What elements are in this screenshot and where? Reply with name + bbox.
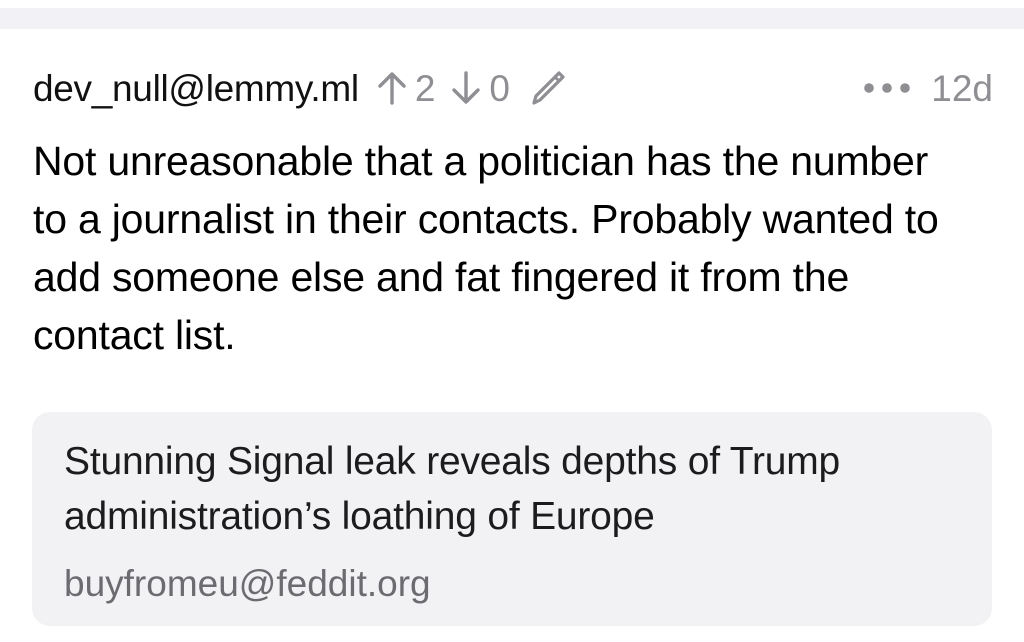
comment-author[interactable]: dev_null@lemmy.ml [33, 70, 359, 107]
upvote-button[interactable]: 2 [377, 67, 436, 109]
downvote-count: 0 [489, 67, 510, 109]
downvote-button[interactable]: 0 [451, 70, 510, 107]
arrow-down-icon [451, 71, 481, 105]
comment-meta-row: dev_null@lemmy.ml 2 0 12d [33, 56, 993, 120]
comment: dev_null@lemmy.ml 2 0 12d Not unreasonab… [33, 56, 993, 364]
linked-post-card[interactable]: Stunning Signal leak reveals depths of T… [32, 412, 992, 626]
section-divider [0, 8, 1024, 29]
linked-post-title: Stunning Signal leak reveals depths of T… [64, 440, 840, 538]
comment-view: dev_null@lemmy.ml 2 0 12d Not unreasonab… [0, 0, 1024, 642]
upvote-count: 2 [414, 67, 436, 109]
ellipsis-icon[interactable] [863, 81, 911, 95]
arrow-up-icon [377, 71, 407, 105]
comment-age: 12d [931, 67, 993, 109]
pencil-icon[interactable] [528, 68, 568, 108]
comment-body: Not unreasonable that a politician has t… [33, 138, 939, 358]
linked-post-community[interactable]: buyfromeu@feddit.org [64, 562, 431, 606]
